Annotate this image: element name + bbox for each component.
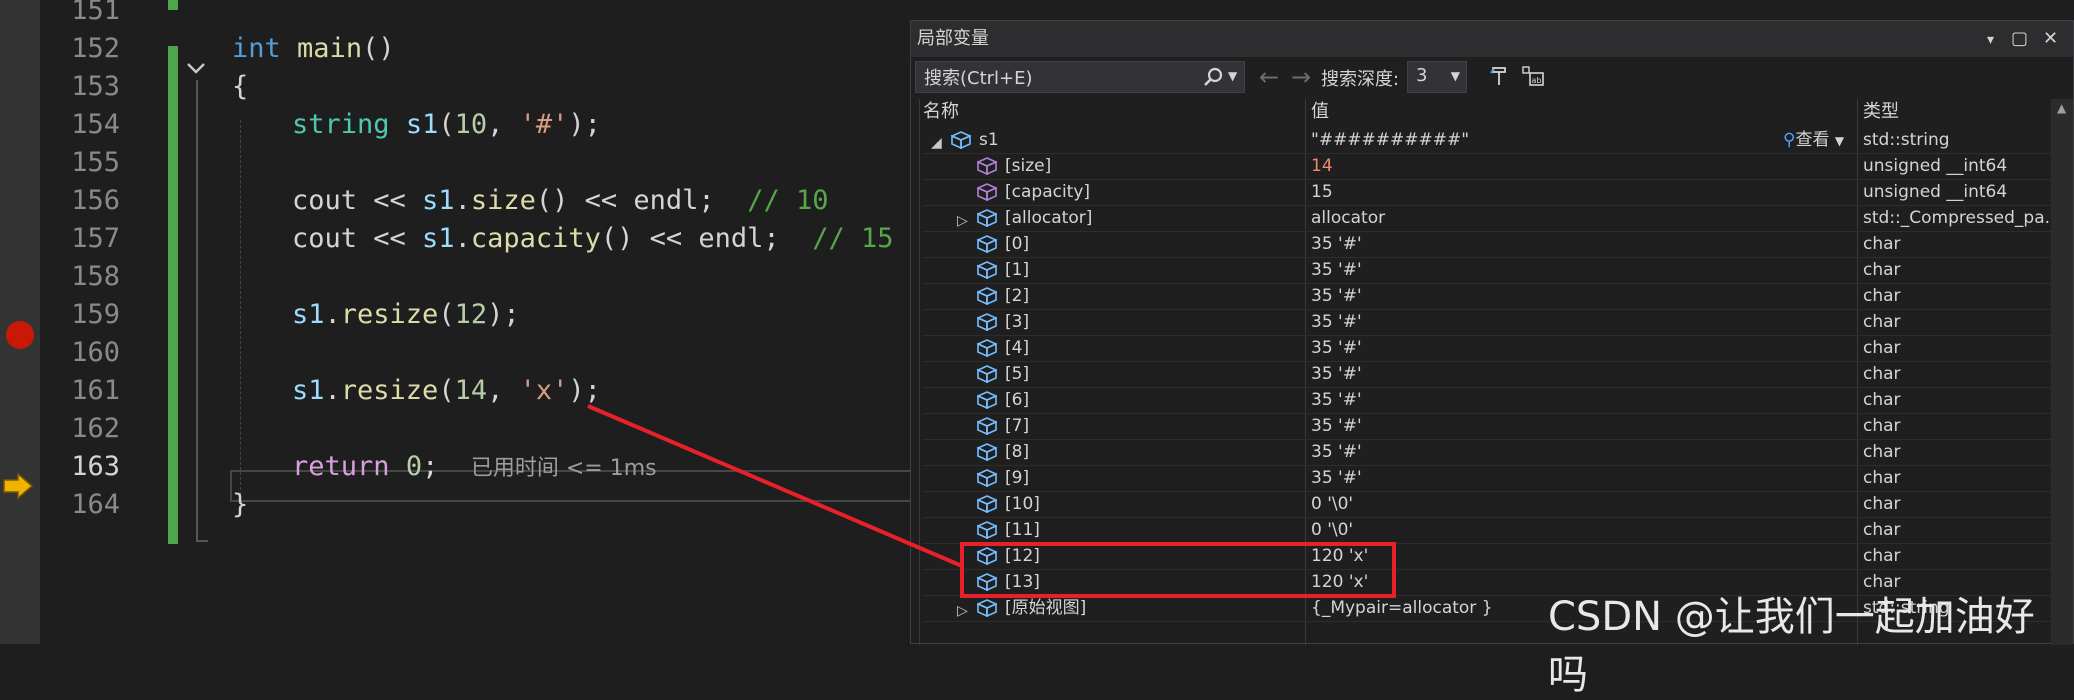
- annotation-arrow: [587, 404, 963, 568]
- watermark-text: CSDN @让我们一起加油好吗: [1548, 594, 2035, 698]
